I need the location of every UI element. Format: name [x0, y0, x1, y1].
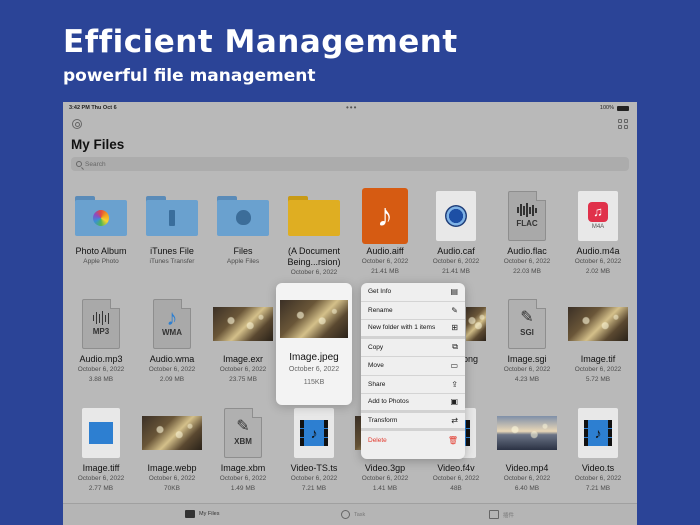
file-item[interactable]: Image.tiff October 6, 2022 2.77 MB [65, 405, 137, 494]
share-icon: ⇪ [451, 379, 458, 389]
device-screen: 3:42 PM Thu Oct 6 ••• 100% My Files Phot… [63, 102, 637, 525]
photo-album-folder-icon [93, 209, 109, 226]
preview-file-name: Image.jpeg [289, 352, 339, 363]
preview-file-size: 115KB [303, 379, 325, 386]
apple-files-folder-icon [235, 210, 251, 225]
task-tab-icon [341, 510, 350, 519]
folder-tab-icon [185, 510, 195, 518]
sgi-icon: ✎ SGI [508, 298, 546, 349]
tab-plugins[interactable]: 插件 [489, 510, 514, 519]
video-icon: ♪ [578, 407, 618, 458]
file-item[interactable]: Audio.caf October 6, 2022 21.41 MB [420, 188, 492, 277]
battery-status: 100% [600, 105, 629, 111]
status-bar: 3:42 PM Thu Oct 6 ••• 100% [63, 102, 637, 114]
tiff-icon [82, 407, 120, 458]
tab-bar: My Files Task 插件 [63, 503, 637, 525]
status-time: 3:42 PM Thu Oct 6 [69, 105, 117, 111]
info-icon: ▤ [450, 287, 458, 297]
file-item[interactable]: Video.mp4 October 6, 2022 6.40 MB [491, 405, 563, 494]
menu-item-share[interactable]: Share ⇪ [361, 376, 465, 394]
file-item[interactable]: ♪ Audio.aiff October 6, 2022 21.41 MB [349, 187, 421, 277]
image-thumb [213, 306, 273, 341]
file-item[interactable]: ✎ XBM Image.xbm October 6, 2022 1.49 MB [207, 405, 279, 494]
tab-task[interactable]: Task [341, 510, 365, 519]
context-preview-card[interactable]: Image.jpeg October 6, 2022 115KB [276, 283, 352, 405]
menu-item-move[interactable]: Move ▭ [361, 357, 465, 376]
file-item[interactable]: iTunes File iTunes Transfer [136, 188, 208, 267]
file-item[interactable]: ♫ M4A Audio.m4a October 6, 2022 2.02 MB [562, 188, 634, 277]
file-item[interactable]: FLAC Audio.flac October 6, 2022 22.03 MB [491, 188, 563, 277]
tab-my-files[interactable]: My Files [185, 510, 219, 518]
file-item[interactable]: Image.tif October 6, 2022 5.72 MB [562, 296, 634, 385]
flac-icon: FLAC [508, 190, 546, 241]
file-item[interactable]: Image.webp October 6, 2022 70KB [136, 405, 208, 494]
trash-icon: 🗑 [447, 435, 458, 445]
mp3-icon: MP3 [82, 298, 120, 349]
caf-icon [436, 190, 476, 241]
xbm-icon: ✎ XBM [224, 407, 262, 458]
context-menu: Get Info ▤ Rename ✎ New folder with 1 item… [361, 283, 465, 459]
wma-icon: ♪ WMA [153, 298, 191, 349]
image-thumb [466, 306, 486, 341]
yellow-folder-icon [288, 195, 340, 236]
menu-item-rename[interactable]: Rename ✎ [361, 302, 465, 320]
menu-item-delete[interactable]: Delete 🗑 [361, 431, 465, 450]
photo-icon: ▣ [450, 397, 458, 407]
transform-icon: ⇄ [451, 415, 458, 425]
aiff-icon: ♪ [362, 187, 408, 244]
menu-item-add-to-photos[interactable]: Add to Photos ▣ [361, 394, 465, 413]
video-icon: ♪ [294, 407, 334, 458]
menu-item-new-folder[interactable]: New folder with 1 items ⊞ [361, 320, 465, 339]
battery-icon [617, 105, 629, 111]
m4a-icon: ♫ M4A [578, 190, 618, 241]
file-item[interactable]: Files Apple Files [207, 188, 279, 267]
file-item[interactable]: Photo Album Apple Photo [65, 188, 137, 267]
file-item[interactable]: ✎ SGI Image.sgi October 6, 2022 4.23 MB [491, 296, 563, 385]
settings-gear-icon[interactable] [72, 119, 82, 129]
search-icon [76, 161, 82, 167]
file-item[interactable]: ♪ WMA Audio.wma October 6, 2022 2.09 MB [136, 296, 208, 385]
search-bar[interactable] [71, 157, 629, 171]
plugin-tab-icon [489, 510, 499, 519]
video-thumb [497, 415, 557, 450]
itunes-folder-icon [169, 209, 175, 226]
menu-item-copy[interactable]: Copy ⧉ [361, 339, 465, 357]
file-item[interactable]: ♪ Video-TS.ts October 6, 2022 7.21 MB [278, 405, 350, 494]
hero-title: Efficient Management [63, 24, 458, 60]
grid-view-icon[interactable] [618, 119, 628, 129]
menu-item-get-info[interactable]: Get Info ▤ [361, 283, 465, 302]
page-title: My Files [71, 137, 125, 152]
copy-icon: ⧉ [452, 342, 458, 352]
file-item[interactable]: MP3 Audio.mp3 October 6, 2022 3.88 MB [65, 296, 137, 385]
pencil-icon: ✎ [451, 305, 458, 315]
battery-percent: 100% [599, 105, 614, 111]
file-item[interactable]: ♪ Video.ts October 6, 2022 7.21 MB [562, 405, 634, 494]
multitask-dots-icon[interactable]: ••• [346, 103, 357, 112]
file-item[interactable]: (A Document Being...rsion) October 6, 20… [278, 188, 350, 278]
new-folder-icon: ⊞ [451, 323, 458, 333]
image-thumb [568, 306, 628, 341]
hero-subtitle: powerful file management [63, 66, 316, 86]
image-thumb [142, 415, 202, 450]
search-input[interactable] [85, 160, 385, 168]
folder-icon: ▭ [450, 361, 458, 371]
preview-file-date: October 6, 2022 [288, 366, 340, 373]
menu-item-transform[interactable]: Transform ⇄ [361, 413, 465, 431]
image-thumb [280, 300, 348, 338]
file-item[interactable]: Image.exr October 6, 2022 23.75 MB [207, 296, 279, 385]
